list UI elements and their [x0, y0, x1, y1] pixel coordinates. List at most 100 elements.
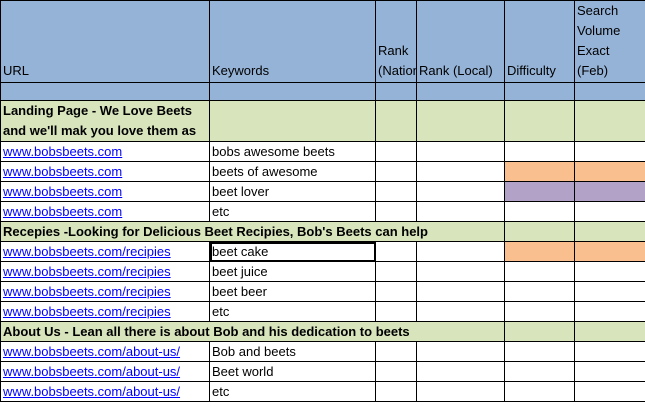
url-cell[interactable]: www.bobsbeets.com/about-us/: [0, 381, 210, 402]
cell[interactable]: [416, 241, 505, 262]
cell[interactable]: [375, 141, 417, 162]
keyword-cell-selected[interactable]: beet cake: [209, 241, 376, 262]
cell[interactable]: [504, 100, 575, 142]
url-link[interactable]: www.bobsbeets.com/about-us/: [3, 344, 180, 359]
cell[interactable]: [209, 100, 376, 142]
url-cell[interactable]: www.bobsbeets.com: [0, 141, 210, 162]
cell[interactable]: [504, 321, 575, 342]
keyword-cell[interactable]: bobs awesome beets: [209, 141, 376, 162]
highlight-cell-orange[interactable]: [504, 161, 575, 182]
header-difficulty[interactable]: Difficulty: [504, 0, 575, 83]
cell[interactable]: [416, 301, 505, 322]
keyword-cell[interactable]: Bob and beets: [209, 341, 376, 362]
cell[interactable]: [574, 141, 645, 162]
url-link[interactable]: www.bobsbeets.com/recipies: [3, 304, 171, 319]
cell[interactable]: [416, 201, 505, 222]
url-link[interactable]: www.bobsbeets.com: [3, 204, 122, 219]
cell[interactable]: [574, 361, 645, 382]
cell[interactable]: [416, 82, 505, 101]
keyword-cell[interactable]: beet lover: [209, 181, 376, 202]
cell[interactable]: [416, 281, 505, 302]
section-title[interactable]: About Us - Lean all there is about Bob a…: [0, 321, 505, 342]
cell[interactable]: [504, 261, 575, 282]
highlight-cell-orange[interactable]: [504, 241, 575, 262]
cell[interactable]: [209, 82, 376, 101]
cell[interactable]: [574, 281, 645, 302]
url-cell[interactable]: www.bobsbeets.com/about-us/: [0, 361, 210, 382]
url-cell[interactable]: www.bobsbeets.com/recipies: [0, 301, 210, 322]
cell[interactable]: [504, 361, 575, 382]
cell[interactable]: [416, 361, 505, 382]
cell[interactable]: [375, 181, 417, 202]
url-cell[interactable]: www.bobsbeets.com/recipies: [0, 241, 210, 262]
cell[interactable]: [416, 100, 505, 142]
cell[interactable]: [0, 82, 210, 101]
keyword-cell[interactable]: beets of awesome: [209, 161, 376, 182]
highlight-cell-purple[interactable]: [504, 181, 575, 202]
cell[interactable]: [574, 321, 645, 342]
url-link[interactable]: www.bobsbeets.com/about-us/: [3, 384, 180, 399]
cell[interactable]: [375, 241, 417, 262]
url-cell[interactable]: www.bobsbeets.com/recipies: [0, 281, 210, 302]
cell[interactable]: [574, 261, 645, 282]
url-link[interactable]: www.bobsbeets.com/about-us/: [3, 364, 180, 379]
url-link[interactable]: www.bobsbeets.com: [3, 164, 122, 179]
keyword-cell[interactable]: beet juice: [209, 261, 376, 282]
cell[interactable]: [375, 261, 417, 282]
cell[interactable]: [574, 221, 645, 242]
url-cell[interactable]: www.bobsbeets.com: [0, 161, 210, 182]
cell[interactable]: [574, 82, 645, 101]
cell[interactable]: [504, 281, 575, 302]
url-link[interactable]: www.bobsbeets.com/recipies: [3, 244, 171, 259]
header-keywords[interactable]: Keywords: [209, 0, 376, 83]
cell[interactable]: [504, 341, 575, 362]
cell[interactable]: [416, 341, 505, 362]
url-link[interactable]: www.bobsbeets.com/recipies: [3, 264, 171, 279]
cell[interactable]: [375, 281, 417, 302]
cell[interactable]: [504, 221, 575, 242]
cell[interactable]: [504, 201, 575, 222]
highlight-cell-purple[interactable]: [574, 181, 645, 202]
cell[interactable]: [504, 381, 575, 402]
keyword-cell[interactable]: beet beer: [209, 281, 376, 302]
url-cell[interactable]: www.bobsbeets.com/recipies: [0, 261, 210, 282]
header-rank-national[interactable]: Rank (National): [375, 0, 417, 83]
url-cell[interactable]: www.bobsbeets.com/about-us/: [0, 341, 210, 362]
section-title[interactable]: Recepies -Looking for Delicious Beet Rec…: [0, 221, 505, 242]
cell[interactable]: [416, 381, 505, 402]
highlight-cell-orange[interactable]: [574, 241, 645, 262]
cell[interactable]: [375, 201, 417, 222]
cell[interactable]: [574, 381, 645, 402]
cell[interactable]: [504, 301, 575, 322]
url-cell[interactable]: www.bobsbeets.com: [0, 201, 210, 222]
url-link[interactable]: www.bobsbeets.com: [3, 184, 122, 199]
cell[interactable]: [416, 141, 505, 162]
highlight-cell-orange[interactable]: [574, 161, 645, 182]
cell[interactable]: [375, 82, 417, 101]
cell[interactable]: [574, 341, 645, 362]
section-title[interactable]: Landing Page - We Love Beets and we'll m…: [0, 100, 210, 142]
header-search-volume[interactable]: Search Volume Exact (Feb): [574, 0, 645, 83]
keyword-cell[interactable]: etc: [209, 381, 376, 402]
url-cell[interactable]: www.bobsbeets.com: [0, 181, 210, 202]
url-link[interactable]: www.bobsbeets.com/recipies: [3, 284, 171, 299]
cell[interactable]: [574, 201, 645, 222]
cell[interactable]: [574, 301, 645, 322]
keyword-cell[interactable]: etc: [209, 201, 376, 222]
cell[interactable]: [416, 161, 505, 182]
cell[interactable]: [375, 161, 417, 182]
keyword-cell[interactable]: Beet world: [209, 361, 376, 382]
header-rank-local[interactable]: Rank (Local): [416, 0, 505, 83]
cell[interactable]: [574, 100, 645, 142]
cell[interactable]: [375, 100, 417, 142]
cell[interactable]: [416, 261, 505, 282]
cell[interactable]: [504, 82, 575, 101]
cell[interactable]: [416, 181, 505, 202]
cell[interactable]: [375, 361, 417, 382]
cell[interactable]: [375, 341, 417, 362]
cell[interactable]: [375, 381, 417, 402]
header-url[interactable]: URL: [0, 0, 210, 83]
keyword-cell[interactable]: etc: [209, 301, 376, 322]
cell[interactable]: [504, 141, 575, 162]
cell[interactable]: [375, 301, 417, 322]
